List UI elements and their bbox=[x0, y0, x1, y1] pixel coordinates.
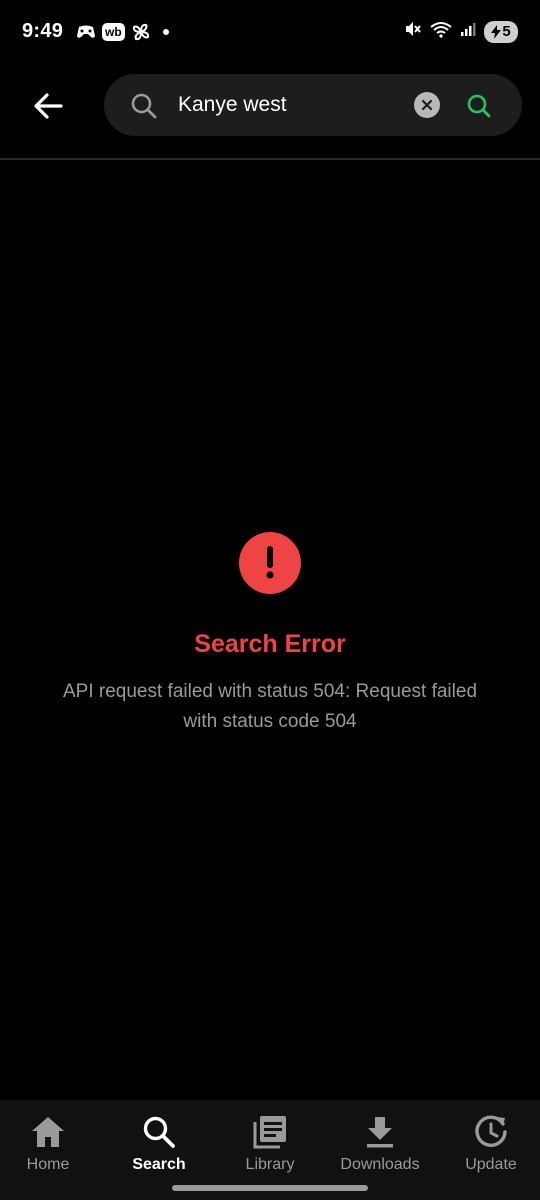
system-status-icons: 5 bbox=[404, 20, 518, 43]
arrow-left-icon bbox=[34, 93, 63, 119]
battery-level: 5 bbox=[502, 23, 511, 40]
clear-search-button[interactable] bbox=[414, 92, 440, 118]
status-bar: 9:49 wb 5 bbox=[0, 0, 540, 64]
more-notifications-dot bbox=[162, 29, 169, 35]
wb-app-icon: wb bbox=[102, 23, 125, 41]
game-controller-icon bbox=[76, 24, 96, 40]
nav-library[interactable]: Library bbox=[220, 1112, 320, 1174]
search-bar[interactable] bbox=[104, 74, 522, 136]
update-icon bbox=[473, 1112, 509, 1152]
alert-icon bbox=[239, 532, 301, 594]
battery-indicator: 5 bbox=[484, 20, 518, 43]
search-input[interactable] bbox=[178, 86, 398, 124]
nav-downloads[interactable]: Downloads bbox=[330, 1112, 430, 1174]
nav-label-library: Library bbox=[245, 1156, 295, 1173]
error-title: Search Error bbox=[194, 630, 346, 658]
nav-label-search: Search bbox=[132, 1156, 186, 1173]
nav-label-update: Update bbox=[465, 1156, 517, 1173]
error-message: API request failed with status 504: Requ… bbox=[62, 681, 478, 732]
charging-bolt-icon bbox=[491, 24, 502, 39]
close-icon bbox=[421, 99, 433, 111]
error-state: Search Error API request failed with sta… bbox=[0, 532, 540, 737]
status-time: 9:49 bbox=[22, 20, 64, 42]
mute-icon bbox=[404, 20, 422, 43]
search-icon bbox=[130, 92, 158, 125]
search-submit-icon bbox=[467, 94, 491, 118]
notification-icons: wb bbox=[76, 22, 169, 42]
back-button[interactable] bbox=[28, 86, 68, 126]
submit-search-button[interactable] bbox=[464, 91, 494, 121]
home-indicator[interactable] bbox=[172, 1185, 368, 1191]
library-icon bbox=[252, 1112, 288, 1152]
search-header bbox=[0, 64, 540, 160]
header-divider bbox=[0, 158, 540, 160]
nav-home[interactable]: Home bbox=[0, 1112, 98, 1174]
nav-label-home: Home bbox=[26, 1156, 70, 1173]
download-icon bbox=[364, 1112, 396, 1152]
search-icon bbox=[142, 1112, 176, 1152]
wifi-icon bbox=[430, 20, 452, 43]
pinwheel-icon bbox=[131, 22, 151, 42]
home-icon bbox=[30, 1112, 66, 1152]
signal-icon bbox=[460, 21, 476, 42]
nav-search[interactable]: Search bbox=[109, 1112, 209, 1174]
nav-update[interactable]: Update bbox=[441, 1112, 540, 1174]
nav-label-downloads: Downloads bbox=[340, 1156, 420, 1173]
